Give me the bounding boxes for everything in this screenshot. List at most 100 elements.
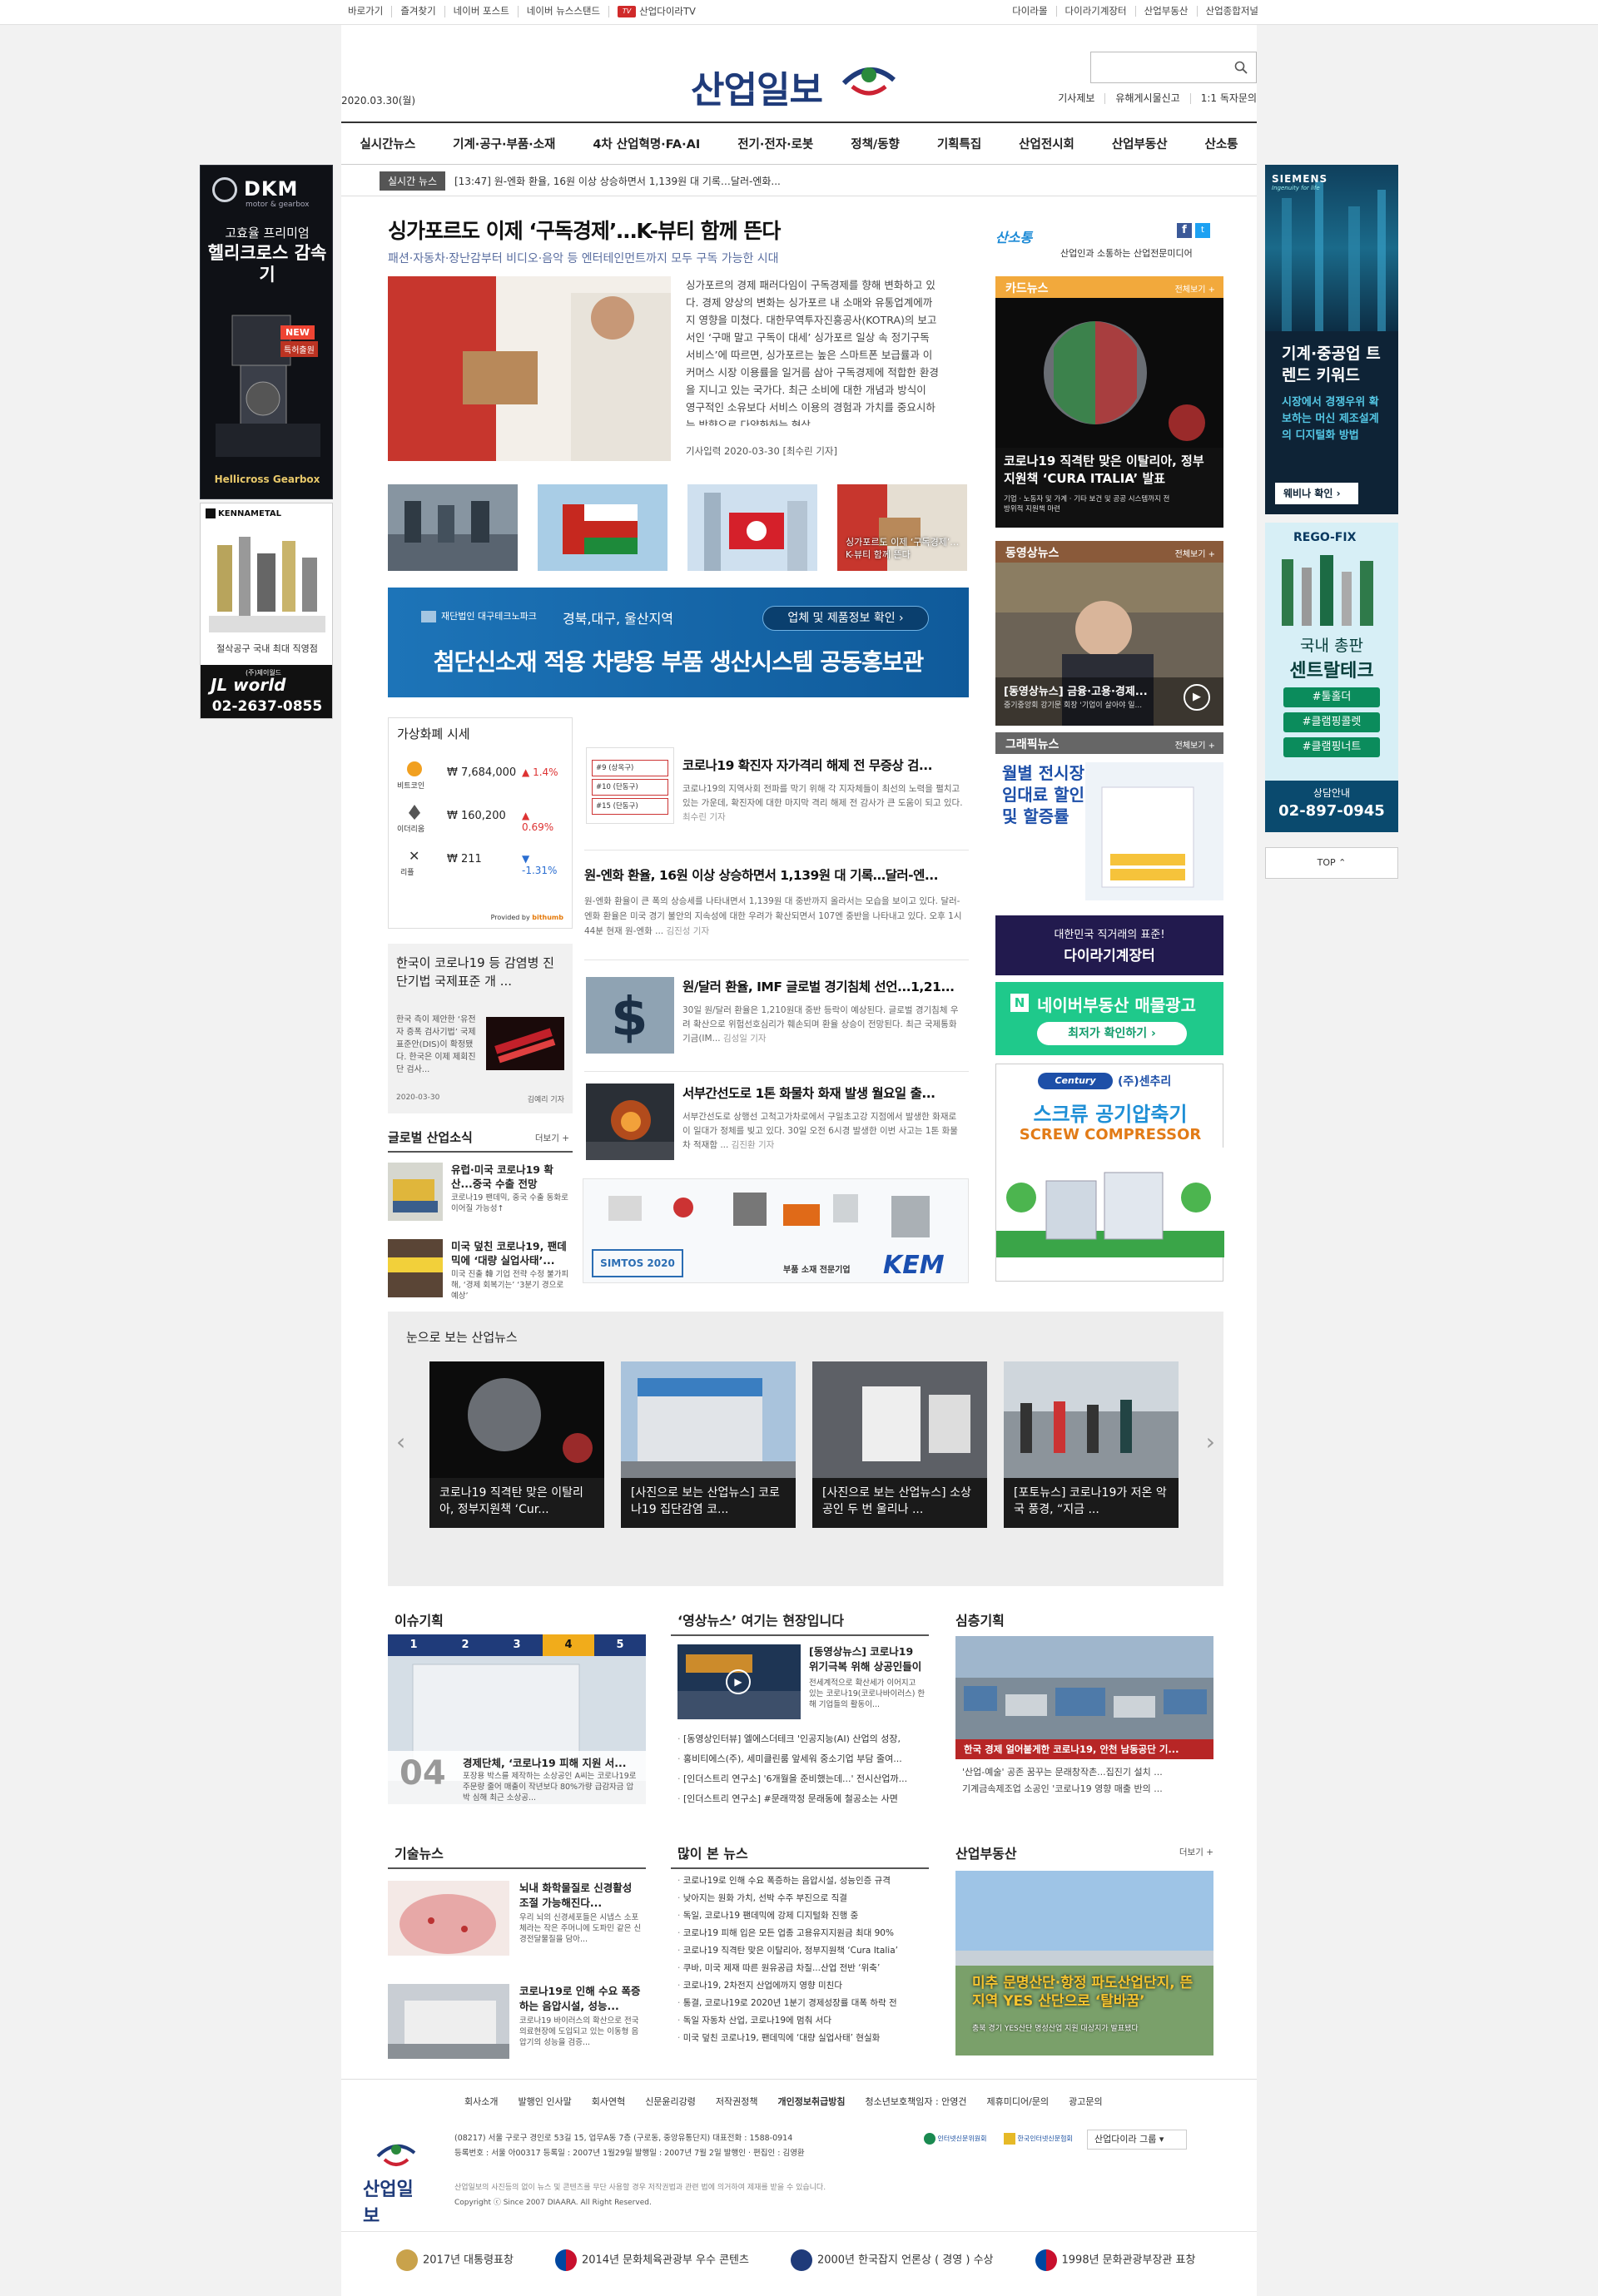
util-realestate-link[interactable]: 산업부동산 <box>1136 6 1198 17</box>
news-item[interactable]: $ 원/달러 환율, IMF 글로벌 경기침체 선언...1,21... 30일… <box>584 960 969 1072</box>
photo-news-item[interactable]: 코로나19 직격탄 맞은 이탈리아, 정부지원책 ‘Cur... <box>429 1361 604 1528</box>
util-journal-link[interactable]: 산업종합저널 <box>1198 6 1258 17</box>
video-list-item[interactable]: [인더스트리 연구소] '6개월을 준비했는데...' 전시산업까... <box>677 1769 924 1789</box>
issue-tab[interactable]: 5 <box>594 1634 646 1656</box>
top-button[interactable]: TOP ⌃ <box>1265 847 1398 879</box>
popular-item[interactable]: 코로나19로 인해 수요 폭증하는 음압시설, 성능인증 규격 <box>677 1872 924 1890</box>
nav-industry4[interactable]: 4차 산업혁명·FA·AI <box>593 135 700 152</box>
issue-tab[interactable]: 1 <box>388 1634 439 1656</box>
cardnews-box[interactable]: 카드뉴스 전체보기 + 코로나19 직격탄 맞은 이탈리아, 정부지원책 ‘CU… <box>995 276 1223 528</box>
issue-headline[interactable]: 경제단체, ‘코로나19 피해 지원 서... <box>463 1754 641 1770</box>
search-input[interactable] <box>1091 52 1224 82</box>
video-news-box[interactable]: 동영상뉴스 전체보기 + [동영상뉴스] 금융·고용·경제... 중기중앙회 강… <box>995 541 1223 726</box>
nav-realestate[interactable]: 산업부동산 <box>1112 135 1168 152</box>
footer-link[interactable]: 회사소개 <box>454 2095 508 2108</box>
issue-tab[interactable]: 3 <box>491 1634 543 1656</box>
news-item[interactable]: #9 (상옥구) #10 (단동구) #15 (단동구) 코로나19 확진자 자… <box>584 731 969 850</box>
regofix-ad[interactable]: REGO-FIX 국내 총판 센트랄테크 #툴홀더 #클램핑콜렛 #클램핑너트 … <box>1265 523 1398 832</box>
chevron-left-icon[interactable]: ‹ <box>396 1428 405 1455</box>
util-machine-market-link[interactable]: 다이라기계장터 <box>1057 6 1136 17</box>
century-banner[interactable]: Century (주)센추리 스크류 공기압축기 SCREW COMPRESSO… <box>995 1064 1224 1282</box>
video-list-item[interactable]: [동영상인터뷰] 엘에스더테크 '인공지능(AI) 산업의 성장, <box>677 1729 924 1749</box>
site-logo[interactable]: 산업일보 <box>691 53 907 112</box>
thumb-1[interactable] <box>388 484 518 571</box>
util-naver-newsstand-link[interactable]: 네이버 뉴스스탠드 <box>519 6 610 17</box>
realestate-more-link[interactable]: 더보기 + <box>1179 1846 1213 1858</box>
nav-santong[interactable]: 산소통 <box>1204 135 1238 152</box>
side-story[interactable]: 한국이 코로나19 등 감염병 진단기법 국제표준 개 ... 한국 측이 제안… <box>388 944 573 1113</box>
popular-item[interactable]: 미국 덮친 코로나19, 팬데믹에 ‘대량 실업사태’ 현실화 <box>677 2030 924 2047</box>
daegu-cta-button[interactable]: 업체 및 제품정보 확인 › <box>762 606 929 631</box>
util-bookmark-link[interactable]: 즐겨찾기 <box>392 6 445 17</box>
nav-special[interactable]: 기획특집 <box>937 135 981 152</box>
popular-item[interactable]: 독일, 코로나19 팬데믹에 강제 디지털화 진행 중 <box>677 1907 924 1925</box>
diara-market-banner[interactable]: 대한민국 직거래의 표준! 다이라기계장터 <box>995 915 1223 975</box>
news-item[interactable]: 원-엔화 환율, 16원 이상 상승하면서 1,139원 대 기록…달러-엔..… <box>584 850 969 960</box>
nav-electronics[interactable]: 전기·전자·로봇 <box>737 135 813 152</box>
popular-item[interactable]: 독일 자동차 산업, 코로나19에 멈춰 서다 <box>677 2012 924 2030</box>
nav-realtime[interactable]: 실시간뉴스 <box>360 135 415 152</box>
search-icon[interactable] <box>1234 61 1248 74</box>
photo-news-item[interactable]: [사진으로 보는 산업뉴스] 코로나19 집단감염 코... <box>621 1361 796 1528</box>
graphic-news-more-link[interactable]: 전체보기 + <box>1175 738 1215 751</box>
reader-inquiry-link[interactable]: 1:1 독자문의 <box>1191 93 1257 104</box>
facebook-icon[interactable]: f <box>1177 223 1192 238</box>
footer-link[interactable]: 저작권정책 <box>706 2095 768 2108</box>
family-site-select[interactable]: 산업다이라 그룹 ▾ <box>1087 2130 1187 2150</box>
kem-banner[interactable]: SIMTOS 2020 부품 소재 전문기업 KEM <box>583 1178 969 1283</box>
thumb-4[interactable]: 싱가포르도 이제 ‘구독경제’…K-뷰티 함께 뜬다 <box>837 484 967 571</box>
video-news-more-link[interactable]: 전체보기 + <box>1175 547 1215 559</box>
footer-link[interactable]: 청소년보호책임자 : 안영건 <box>856 2095 977 2108</box>
footer-link[interactable]: 발행인 인사말 <box>508 2095 581 2108</box>
popular-item[interactable]: 코로나19, 2차전지 산업에까지 영향 미친다 <box>677 1977 924 1995</box>
popular-item[interactable]: 코로나19 직격탄 맞은 이탈리아, 정부지원책 ‘Cura Italia’ <box>677 1942 924 1960</box>
util-diara-tv-link[interactable]: TV 산업다이라TV <box>609 6 704 17</box>
nav-exhibition[interactable]: 산업전시회 <box>1019 135 1074 152</box>
global-item[interactable]: 미국 덮친 코로나19, 팬데믹에 ‘대량 실업사태’... 미국 진출 韓 기… <box>388 1239 573 1316</box>
issue-tab[interactable]: 2 <box>439 1634 491 1656</box>
cardnews-more-link[interactable]: 전체보기 + <box>1175 282 1215 295</box>
twitter-icon[interactable]: t <box>1195 223 1210 238</box>
deep-headline[interactable]: 한국 경제 얼어붙게한 코로나19, 안천 남동공단 기... <box>955 1739 1213 1759</box>
util-shortcut-link[interactable]: 바로가기 <box>348 6 393 17</box>
footer-link[interactable]: 회사연혁 <box>582 2095 635 2108</box>
report-link[interactable]: 기사제보 <box>1048 93 1106 104</box>
footer-link[interactable]: 광고문의 <box>1059 2095 1112 2108</box>
santong-box[interactable]: 산소통 산업인과 소통하는 산업전문미디어 f t <box>995 215 1223 285</box>
naver-realestate-banner[interactable]: N 네이버부동산 매물광고 최저가 확인하기 › <box>995 982 1223 1055</box>
daegu-tp-banner[interactable]: 재단법인 대구테크노파크 경북,대구, 울산지역 업체 및 제품정보 확인 › … <box>388 588 969 697</box>
video-lead-image[interactable]: ▶ <box>677 1644 801 1719</box>
footer-link[interactable]: 신문윤리강령 <box>635 2095 706 2108</box>
popular-item[interactable]: 코로나19 피해 입은 모든 업종 고용유지지원금 최대 90% <box>677 1925 924 1942</box>
tech-item[interactable]: 뇌내 화학물질로 신경활성 조절 가능해진다... 우리 뇌의 신경세포들은 시… <box>388 1881 646 1972</box>
graphic-news-box[interactable]: 그래픽뉴스 전체보기 + 월별 전시장 임대료 할인 및 할증률 <box>995 732 1223 900</box>
deep-list-item[interactable]: '산업-예술' 공존 꿈꾸는 문래창작촌...집진기 설치 ... <box>962 1764 1212 1781</box>
video-list-item[interactable]: 홍비티에스(주), 세미클린룸 앞세워 중소기업 부담 줄여... <box>677 1749 924 1769</box>
global-item[interactable]: 유럽·미국 코로나19 확산...중국 수출 전망 코로나19 팬데믹, 중국 … <box>388 1163 573 1239</box>
video-lead-title[interactable]: [동영상뉴스] 코로나19 위기극복 위해 상공인들이 <box>809 1644 926 1674</box>
global-more-link[interactable]: 더보기 + <box>535 1132 569 1144</box>
dkm-ad[interactable]: DKM motor & gearbox 고효율 프리미엄 헬리크로스 감속기 N… <box>200 165 333 499</box>
photo-news-item[interactable]: [사진으로 보는 산업뉴스] 소상공인 두 번 울리나 ... <box>812 1361 987 1528</box>
popular-item[interactable]: 쿠바, 미국 제재 따른 원유공급 차질...산업 전반 ‘위축’ <box>677 1960 924 1977</box>
thumb-3[interactable] <box>687 484 817 571</box>
kennametal-ad[interactable]: KENNAMETAL 절삭공구 국내 최대 직영점 (주)제이월드 JL wor… <box>200 503 333 719</box>
photo-news-item[interactable]: [포토뉴스] 코로나19가 저온 악국 풍경, “지금 ... <box>1004 1361 1179 1528</box>
tech-item[interactable]: 코로나19로 인해 수요 폭증하는 음압시설, 성능... 코로나19 바이러스… <box>388 1984 646 2075</box>
play-icon[interactable]: ▶ <box>1184 684 1210 711</box>
top-story-title[interactable]: 싱가포르도 이제 ‘구독경제’…K-뷰티 함께 뜬다 <box>388 215 937 245</box>
naver-cta-button[interactable]: 최저가 확인하기 › <box>1037 1022 1187 1045</box>
popular-item[interactable]: 통결, 코로나19로 2020년 1분기 경제성장률 대폭 하락 전 <box>677 1995 924 2012</box>
realestate-image[interactable]: 미추 문명산단·항정 파도산업단지, 뜬 지역 YES 산단으로 ‘탈바꿈’ 충… <box>955 1871 1213 2055</box>
thumb-2[interactable] <box>538 484 667 571</box>
popular-item[interactable]: 낮아지는 원화 가치, 선박 수주 부진으로 직결 <box>677 1890 924 1907</box>
harmful-post-link[interactable]: 유해게시물신고 <box>1105 93 1191 104</box>
deep-list-item[interactable]: 기계금속제조업 소공인 '코로나19 영향 매출 반의 ... <box>962 1781 1212 1798</box>
footer-link[interactable]: 개인정보취급방침 <box>768 2095 856 2108</box>
news-item[interactable]: 서부간선도로 1톤 화물차 화재 발생 월요일 출... 서부간선도로 상행선 … <box>584 1072 969 1183</box>
video-list-item[interactable]: [인더스트리 연구소] #문래깍정 문래동에 철공소는 사면 <box>677 1789 924 1809</box>
nav-machinery[interactable]: 기계·공구·부품·소재 <box>453 135 555 152</box>
top-story-image[interactable] <box>388 276 671 461</box>
chevron-right-icon[interactable]: › <box>1206 1428 1215 1455</box>
siemens-webinar-button[interactable]: 웨비나 확인 › <box>1275 483 1358 504</box>
